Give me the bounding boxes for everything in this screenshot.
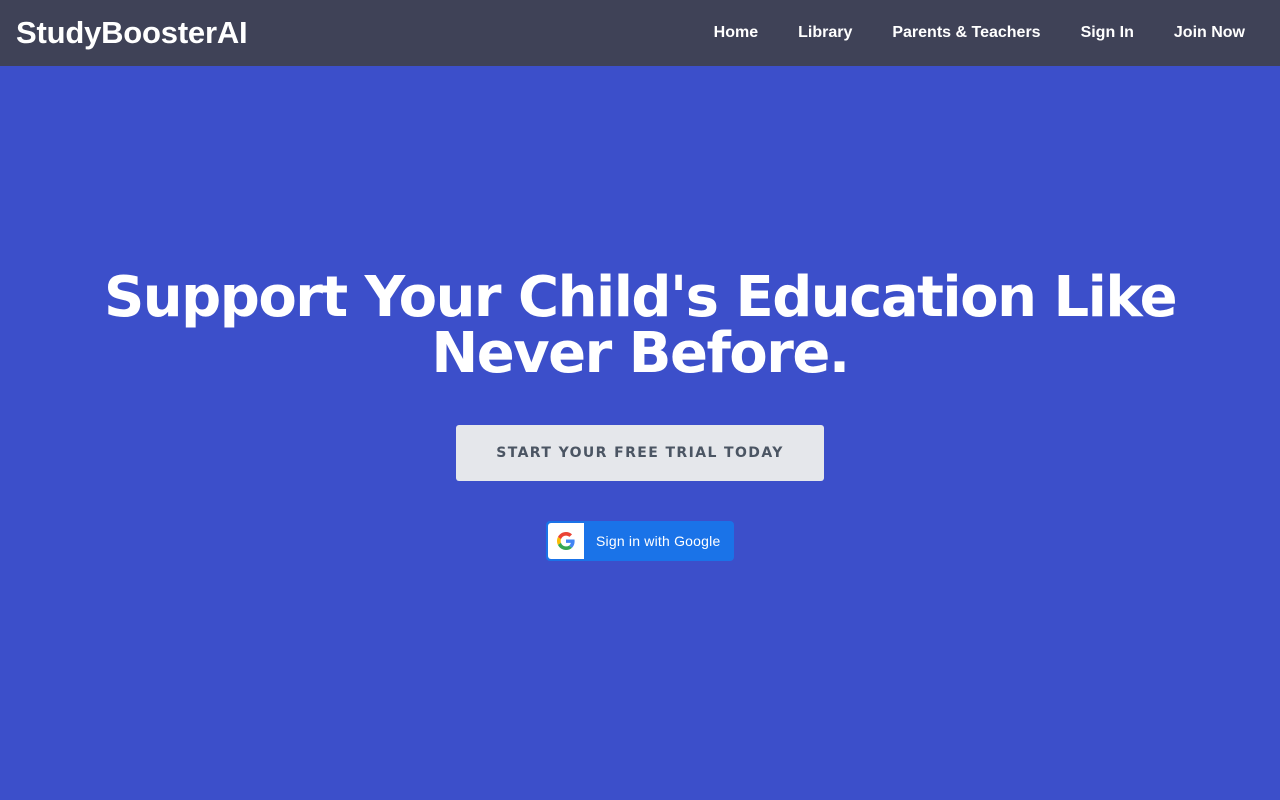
- nav-link-join-now[interactable]: Join Now: [1154, 0, 1265, 66]
- google-g-icon: [548, 523, 584, 559]
- top-navbar: StudyBoosterAI Home Library Parents & Te…: [0, 0, 1280, 66]
- nav-menu: Home Library Parents & Teachers Sign In …: [694, 0, 1265, 66]
- google-sign-in-label: Sign in with Google: [596, 533, 721, 549]
- nav-link-sign-in[interactable]: Sign In: [1061, 0, 1154, 66]
- hero-title-line-2: Never Before.: [431, 321, 850, 386]
- hero-title-line-1: Support Your Child's Education Like: [103, 265, 1178, 330]
- brand-logo[interactable]: StudyBoosterAI: [16, 13, 248, 53]
- google-sign-in-button[interactable]: Sign in with Google: [546, 521, 734, 561]
- nav-link-home[interactable]: Home: [694, 0, 778, 66]
- nav-link-parents-teachers[interactable]: Parents & Teachers: [872, 0, 1060, 66]
- start-free-trial-button[interactable]: START YOUR FREE TRIAL TODAY: [456, 425, 824, 481]
- hero-title: Support Your Child's Education Like Neve…: [0, 270, 1280, 382]
- nav-link-library[interactable]: Library: [778, 0, 872, 66]
